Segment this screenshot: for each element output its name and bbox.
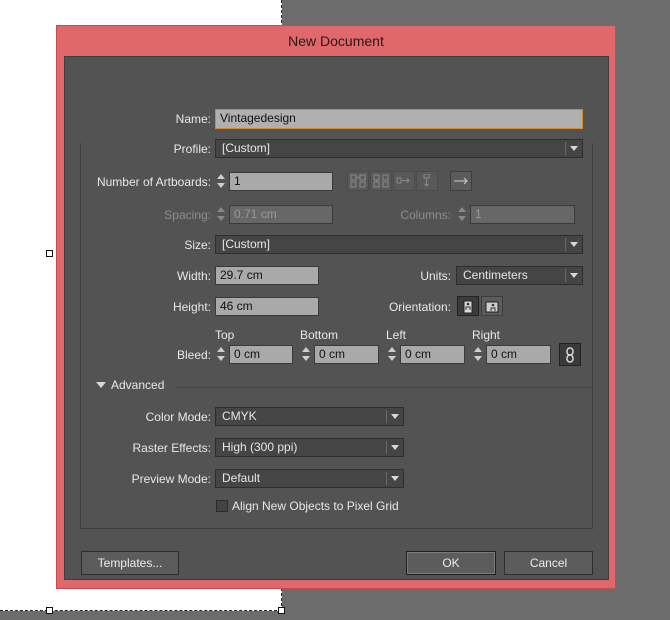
bleed-top-label: Top: [215, 328, 235, 342]
spin-up-icon[interactable]: [458, 207, 466, 212]
dialog-body: Name: Vintagedesign Profile: [Custom] Nu…: [64, 56, 609, 580]
size-value: [Custom]: [222, 237, 271, 251]
chevron-down-icon: [391, 476, 399, 481]
landscape-icon[interactable]: [481, 296, 503, 316]
grid-by-column-icon[interactable]: [370, 171, 392, 191]
height-label: Height:: [172, 300, 211, 314]
spin-down-icon[interactable]: [388, 356, 396, 361]
dropdown-separator: [386, 410, 387, 423]
artboards-stepper[interactable]: [215, 172, 227, 191]
link-icon[interactable]: [559, 343, 581, 366]
size-label: Size:: [184, 238, 211, 252]
chevron-down-icon: [570, 146, 578, 151]
chevron-down-icon: [391, 445, 399, 450]
pixel-grid-checkbox[interactable]: [216, 500, 228, 512]
spin-down-icon[interactable]: [458, 216, 466, 221]
dropdown-separator: [565, 269, 566, 282]
dropdown-separator: [565, 238, 566, 251]
preview-mode-dropdown[interactable]: Default: [215, 469, 404, 488]
bleed-right-stepper[interactable]: [472, 345, 484, 364]
preview-mode-value: Default: [222, 471, 261, 485]
profile-value: [Custom]: [222, 141, 271, 155]
bleed-bottom-stepper[interactable]: [300, 345, 312, 364]
spin-down-icon[interactable]: [217, 216, 225, 221]
spin-up-icon[interactable]: [388, 347, 396, 352]
spin-down-icon[interactable]: [302, 356, 310, 361]
spin-up-icon[interactable]: [217, 174, 225, 179]
bleed-left-input[interactable]: 0 cm: [400, 345, 465, 364]
columns-label: Columns:: [400, 208, 451, 222]
right-to-left-icon[interactable]: [450, 171, 472, 191]
dropdown-separator: [565, 142, 566, 155]
bleed-right-label: Right: [472, 328, 501, 342]
height-input[interactable]: 46 cm: [215, 297, 319, 316]
units-label: Units:: [420, 269, 451, 283]
selection-handle-bottom-right[interactable]: [278, 607, 285, 614]
new-document-dialog: New Document Name: Vintagedesign Profile…: [56, 25, 616, 589]
templates-button[interactable]: Templates...: [81, 551, 179, 575]
portrait-icon[interactable]: [457, 296, 479, 316]
advanced-divider: [175, 387, 593, 388]
raster-effects-dropdown[interactable]: High (300 ppi): [215, 438, 404, 457]
spin-down-icon[interactable]: [217, 183, 225, 188]
width-input[interactable]: 29.7 cm: [215, 266, 319, 285]
dropdown-separator: [386, 472, 387, 485]
color-mode-label: Color Mode:: [145, 410, 211, 424]
arrange-by-column-icon[interactable]: [416, 171, 438, 191]
spacing-label: Spacing:: [164, 208, 211, 222]
pixel-grid-label[interactable]: Align New Objects to Pixel Grid: [232, 497, 452, 515]
spin-up-icon[interactable]: [302, 347, 310, 352]
bleed-left-label: Left: [386, 328, 407, 342]
spacing-input[interactable]: 0.71 cm: [229, 205, 333, 224]
bleed-right-input[interactable]: 0 cm: [486, 345, 551, 364]
size-dropdown[interactable]: [Custom]: [215, 235, 583, 254]
bleed-bottom-input[interactable]: 0 cm: [314, 345, 379, 364]
spacing-stepper[interactable]: [215, 205, 227, 224]
raster-effects-label: Raster Effects:: [132, 441, 211, 455]
columns-stepper[interactable]: [456, 205, 468, 224]
name-label: Name:: [175, 112, 211, 126]
ok-button[interactable]: OK: [406, 551, 496, 575]
columns-input[interactable]: 1: [470, 205, 575, 224]
units-value: Centimeters: [463, 268, 528, 282]
bleed-label: Bleed:: [176, 348, 211, 362]
chevron-down-icon: [570, 273, 578, 278]
bleed-bottom-label: Bottom: [300, 328, 339, 342]
orientation-label: Orientation:: [388, 300, 451, 314]
dropdown-separator: [386, 441, 387, 454]
artboards-label: Number of Artboards:: [96, 175, 211, 189]
chevron-down-icon: [391, 414, 399, 419]
color-mode-dropdown[interactable]: CMYK: [215, 407, 404, 426]
profile-dropdown[interactable]: [Custom]: [215, 139, 583, 158]
color-mode-value: CMYK: [222, 409, 257, 423]
selection-handle-bottom-left[interactable]: [46, 607, 53, 614]
spin-up-icon[interactable]: [474, 347, 482, 352]
grid-by-row-icon[interactable]: [347, 171, 369, 191]
preview-mode-label: Preview Mode:: [131, 472, 211, 486]
raster-effects-value: High (300 ppi): [222, 440, 298, 454]
triangle-down-icon[interactable]: [96, 382, 106, 388]
cancel-button[interactable]: Cancel: [504, 551, 593, 575]
artboard-edge-horizontal: [0, 610, 282, 611]
bleed-top-input[interactable]: 0 cm: [229, 345, 293, 364]
spin-up-icon[interactable]: [217, 347, 225, 352]
arrange-by-row-icon[interactable]: [393, 171, 415, 191]
spin-up-icon[interactable]: [217, 207, 225, 212]
chevron-down-icon: [570, 242, 578, 247]
bleed-top-stepper[interactable]: [215, 345, 227, 364]
artboards-input[interactable]: 1: [229, 172, 333, 191]
name-input[interactable]: Vintagedesign: [215, 109, 583, 129]
units-dropdown[interactable]: Centimeters: [456, 266, 583, 285]
width-label: Width:: [176, 269, 211, 283]
advanced-toggle[interactable]: Advanced: [111, 376, 181, 394]
dialog-title: New Document: [288, 33, 384, 49]
selection-handle-left[interactable]: [46, 250, 53, 257]
profile-label: Profile:: [125, 140, 211, 158]
spin-down-icon[interactable]: [474, 356, 482, 361]
spin-down-icon[interactable]: [217, 356, 225, 361]
bleed-left-stepper[interactable]: [386, 345, 398, 364]
